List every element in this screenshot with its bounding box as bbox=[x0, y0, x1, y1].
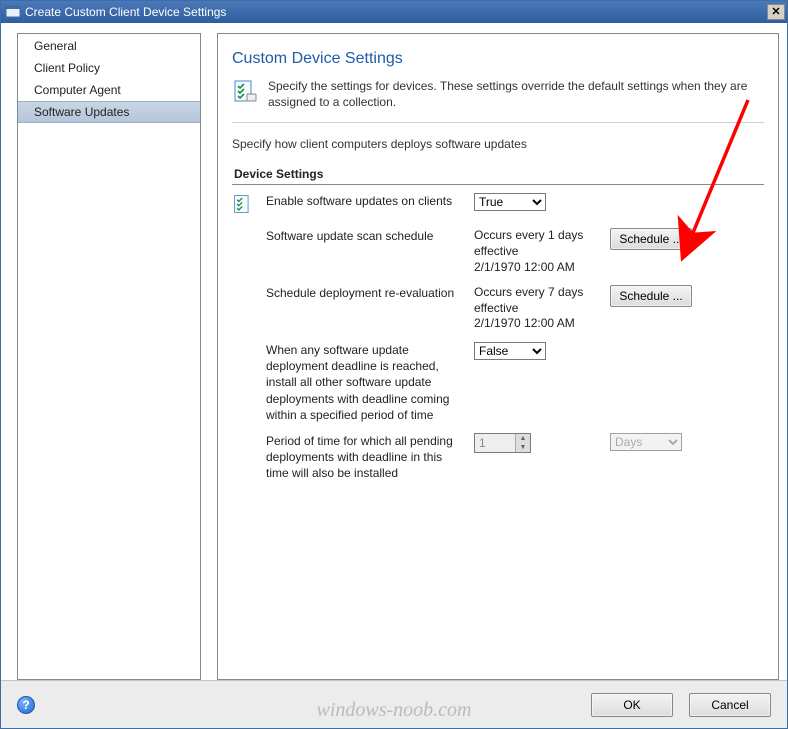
period-label: Period of time for which all pending dep… bbox=[266, 433, 466, 482]
stepper-down-icon: ▼ bbox=[516, 443, 530, 452]
enable-updates-select[interactable]: True bbox=[474, 193, 546, 211]
app-icon bbox=[5, 4, 21, 20]
deadline-install-all-label: When any software update deployment dead… bbox=[266, 342, 466, 423]
main-panel: Custom Device Settings Specify the setti… bbox=[217, 33, 779, 680]
stepper-up-icon: ▲ bbox=[516, 434, 530, 443]
reeval-label: Schedule deployment re-evaluation bbox=[266, 285, 466, 301]
period-unit-select: Days bbox=[610, 433, 682, 451]
page-instruction: Specify how client computers deploys sof… bbox=[232, 137, 764, 151]
sidebar-item-software-updates[interactable]: Software Updates bbox=[18, 101, 200, 123]
deadline-install-all-select[interactable]: False bbox=[474, 342, 546, 360]
period-number-stepper: ▲ ▼ bbox=[474, 433, 531, 453]
sidebar: General Client Policy Computer Agent Sof… bbox=[17, 33, 201, 680]
help-button[interactable]: ? bbox=[17, 696, 35, 714]
scan-schedule-label: Software update scan schedule bbox=[266, 228, 466, 244]
section-header: Device Settings bbox=[232, 165, 764, 185]
period-number-input bbox=[475, 434, 515, 452]
dialog-footer: ? OK Cancel bbox=[1, 680, 787, 728]
enable-updates-label: Enable software updates on clients bbox=[266, 193, 466, 209]
sidebar-item-computer-agent[interactable]: Computer Agent bbox=[18, 79, 200, 101]
scan-schedule-summary: Occurs every 1 days effective 2/1/1970 1… bbox=[474, 228, 602, 275]
intro-row: Specify the settings for devices. These … bbox=[232, 78, 764, 123]
close-button[interactable]: ✕ bbox=[767, 4, 785, 20]
reeval-schedule-button[interactable]: Schedule ... bbox=[610, 285, 692, 307]
reeval-summary: Occurs every 7 days effective 2/1/1970 1… bbox=[474, 285, 602, 332]
intro-text: Specify the settings for devices. These … bbox=[268, 78, 764, 110]
checklist-icon bbox=[232, 193, 258, 218]
sidebar-item-general[interactable]: General bbox=[18, 35, 200, 57]
settings-icon bbox=[232, 78, 258, 107]
dialog-body: General Client Policy Computer Agent Sof… bbox=[1, 23, 787, 680]
window-title: Create Custom Client Device Settings bbox=[25, 5, 767, 19]
page-title: Custom Device Settings bbox=[232, 50, 764, 68]
sidebar-item-client-policy[interactable]: Client Policy bbox=[18, 57, 200, 79]
scan-schedule-button[interactable]: Schedule ... bbox=[610, 228, 692, 250]
title-bar: Create Custom Client Device Settings ✕ bbox=[1, 1, 787, 23]
ok-button[interactable]: OK bbox=[591, 693, 673, 717]
cancel-button[interactable]: Cancel bbox=[689, 693, 771, 717]
settings-grid: Enable software updates on clients True … bbox=[232, 193, 764, 481]
